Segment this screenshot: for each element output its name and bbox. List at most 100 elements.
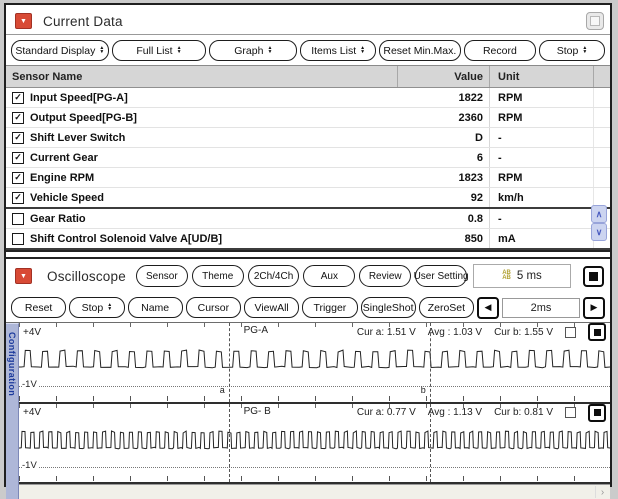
configuration-tab-label: Configuration bbox=[7, 332, 17, 396]
channel-checkbox[interactable] bbox=[565, 327, 576, 338]
table-row[interactable]: ✓Engine RPM 1823 RPM bbox=[6, 168, 610, 188]
user-setting-button[interactable]: User Setting bbox=[415, 265, 467, 287]
trigger-button[interactable]: Trigger bbox=[302, 297, 357, 318]
cursor-a-line[interactable] bbox=[229, 323, 230, 402]
sensor-unit: - bbox=[489, 209, 593, 228]
table-row[interactable]: Gear Ratio 0.8 - bbox=[6, 209, 610, 229]
row-checkbox[interactable]: ✓ bbox=[12, 172, 24, 184]
table-row[interactable]: ✓ Current Gear 6 - bbox=[6, 148, 610, 168]
singleshot-button[interactable]: SingleShot bbox=[361, 297, 416, 318]
reset-button[interactable]: Reset bbox=[11, 297, 66, 318]
stepper-icon: ▲▼ bbox=[99, 47, 104, 54]
square-icon bbox=[594, 409, 601, 416]
panel-dropdown-icon[interactable]: ▼ bbox=[15, 268, 32, 284]
avg-value: Avg : 1.13 V bbox=[428, 407, 482, 418]
scroll-up-button[interactable]: ∧ bbox=[591, 205, 607, 223]
horizontal-scrollbar[interactable]: › bbox=[19, 484, 610, 499]
review-button[interactable]: Review bbox=[359, 265, 411, 287]
channel-bottom-voltage-label: -1V bbox=[22, 379, 39, 390]
oscilloscope-body: Configuration +4V Cur a: 1.51 V Avg : 1.… bbox=[6, 323, 610, 499]
stepper-icon: ▲▼ bbox=[177, 47, 182, 54]
configuration-tab[interactable]: Configuration bbox=[6, 323, 19, 499]
row-checkbox[interactable]: ✓ bbox=[12, 192, 24, 204]
graph-select[interactable]: Graph▲▼ bbox=[209, 40, 297, 61]
viewall-button[interactable]: ViewAll bbox=[244, 297, 299, 318]
sensor-value: 2360 bbox=[397, 108, 489, 127]
square-icon bbox=[594, 329, 601, 336]
record-button[interactable]: Record bbox=[464, 40, 536, 61]
avg-value: Avg : 1.03 V bbox=[428, 327, 482, 338]
channel-checkbox[interactable] bbox=[565, 407, 576, 418]
header-sensor-name: Sensor Name bbox=[6, 71, 397, 83]
cursor-a-label: a bbox=[220, 385, 225, 395]
2ch-4ch-button[interactable]: 2Ch/4Ch bbox=[248, 265, 300, 287]
stepper-icon: ▲▼ bbox=[582, 47, 587, 54]
oscilloscope-title: Oscilloscope bbox=[47, 269, 126, 284]
panel-dropdown-icon[interactable]: ▼ bbox=[15, 13, 32, 29]
theme-button[interactable]: Theme bbox=[192, 265, 244, 287]
sensor-value: 1822 bbox=[397, 88, 489, 107]
panel-divider bbox=[6, 250, 610, 259]
cursor-b-label: b bbox=[421, 385, 426, 395]
dropdown-glyph: ▼ bbox=[20, 273, 27, 280]
table-row[interactable]: Shift Control Solenoid Valve A[UD/B] 850… bbox=[6, 229, 610, 250]
sensor-button[interactable]: Sensor bbox=[136, 265, 188, 287]
waveform-pga bbox=[19, 338, 610, 384]
full-list-select[interactable]: Full List▲▼ bbox=[112, 40, 207, 61]
stepper-icon: ▲▼ bbox=[360, 47, 365, 54]
channel-name-label: PG-A bbox=[244, 325, 268, 336]
cursor-b-line[interactable] bbox=[430, 404, 431, 483]
sensor-unit: - bbox=[489, 148, 593, 167]
table-row[interactable]: ✓Input Speed[PG-A] 1822 RPM bbox=[6, 88, 610, 108]
channel-top-voltage-label: +4V bbox=[23, 407, 41, 418]
sensor-name: Engine RPM bbox=[30, 172, 94, 184]
sensor-unit: RPM bbox=[489, 88, 593, 107]
dropdown-glyph: ▼ bbox=[20, 18, 27, 25]
channel-header: +4V Cur a: 1.51 V Avg : 1.03 V Cur b: 1.… bbox=[19, 325, 610, 339]
sensor-name: Shift Lever Switch bbox=[30, 132, 125, 144]
scope-stop-square-button[interactable] bbox=[583, 266, 604, 287]
channel-pgb: +4V Cur a: 0.77 V Avg : 1.13 V Cur b: 0.… bbox=[19, 404, 610, 485]
cursor-button[interactable]: Cursor bbox=[186, 297, 241, 318]
row-checkbox[interactable] bbox=[12, 233, 24, 245]
channel-header: +4V Cur a: 0.77 V Avg : 1.13 V Cur b: 0.… bbox=[19, 406, 610, 420]
waveform-pgb bbox=[19, 419, 610, 465]
row-checkbox[interactable] bbox=[12, 213, 24, 225]
table-header-row: Sensor Name Value Unit bbox=[6, 66, 610, 88]
row-checkbox[interactable]: ✓ bbox=[12, 112, 24, 124]
header-value: Value bbox=[397, 66, 489, 87]
table-row[interactable]: ✓Vehicle Speed 92 km/h bbox=[6, 188, 610, 209]
bottom-tick-marks bbox=[19, 396, 610, 401]
stop-select[interactable]: Stop▲▼ bbox=[69, 297, 124, 318]
aux-button[interactable]: Aux bbox=[303, 265, 355, 287]
cursor-b-value: Cur b: 0.81 V bbox=[494, 407, 553, 418]
scroll-down-button[interactable]: ∨ bbox=[591, 223, 607, 241]
timebase-display: 2ms bbox=[502, 298, 580, 318]
sensor-unit: mA bbox=[489, 229, 593, 248]
row-checkbox[interactable]: ✓ bbox=[12, 132, 24, 144]
sensor-value: D bbox=[397, 128, 489, 147]
cursor-b-line[interactable] bbox=[430, 323, 431, 402]
timebase-increase-button[interactable]: ▶ bbox=[583, 297, 605, 319]
row-checkbox[interactable]: ✓ bbox=[12, 152, 24, 164]
reset-minmax-button[interactable]: Reset Min.Max. bbox=[379, 40, 461, 61]
table-row[interactable]: ✓Shift Lever Switch D - bbox=[6, 128, 610, 148]
timebase-decrease-button[interactable]: ◀ bbox=[477, 297, 499, 319]
items-list-select[interactable]: Items List▲▼ bbox=[300, 40, 375, 61]
stop-select[interactable]: Stop▲▼ bbox=[539, 40, 605, 61]
maximize-button[interactable] bbox=[586, 12, 604, 30]
zeroset-button[interactable]: ZeroSet bbox=[419, 297, 474, 318]
scroll-right-arrow[interactable]: › bbox=[595, 486, 609, 498]
standard-display-select[interactable]: Standard Display▲▼ bbox=[11, 40, 109, 61]
sensor-name: Vehicle Speed bbox=[30, 192, 104, 204]
sensor-name: Output Speed[PG-B] bbox=[30, 112, 137, 124]
cursor-a-line[interactable] bbox=[229, 404, 230, 483]
neg1v-baseline bbox=[19, 467, 610, 468]
sensor-name: Gear Ratio bbox=[30, 213, 86, 225]
row-checkbox[interactable]: ✓ bbox=[12, 92, 24, 104]
sensor-value: 6 bbox=[397, 148, 489, 167]
name-button[interactable]: Name bbox=[128, 297, 183, 318]
sensor-name: Current Gear bbox=[30, 152, 98, 164]
header-unit: Unit bbox=[489, 66, 593, 87]
table-row[interactable]: ✓Output Speed[PG-B] 2360 RPM bbox=[6, 108, 610, 128]
